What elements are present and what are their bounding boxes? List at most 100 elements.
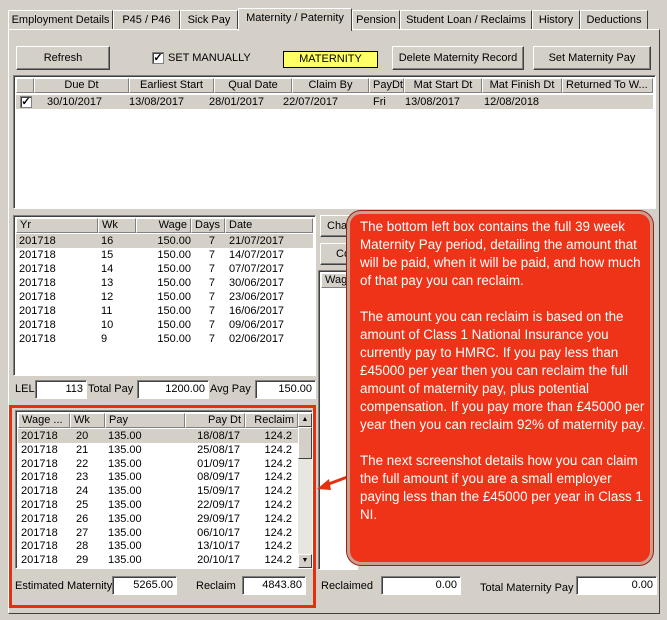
lel-label: LEL (15, 383, 35, 395)
set-manually-label: SET MANUALLY (168, 52, 251, 64)
reclaimed-field[interactable]: 0.00 (381, 576, 461, 595)
refresh-button[interactable]: Refresh (16, 46, 110, 70)
records-col-check[interactable] (16, 78, 34, 93)
callout-paragraph: The amount you can reclaim is based on t… (360, 309, 646, 432)
earnings-row[interactable]: 201718 10 150.00 7 09/06/2017 (16, 318, 313, 332)
earnings-cell-days: 7 (208, 263, 215, 275)
annotation-arrow-icon (317, 474, 351, 490)
total-maternity-pay-field[interactable]: 0.00 (576, 576, 657, 595)
maternity-records-grid[interactable]: Due Dt Earliest Start Qual Date Claim By… (13, 75, 656, 209)
record-mat-finish-dt: 12/08/2018 (484, 96, 540, 108)
highlight-box (9, 405, 316, 608)
total-pay-label: Total Pay (88, 383, 134, 395)
earnings-row[interactable]: 201718 9 150.00 7 02/06/2017 (16, 332, 313, 346)
earnings-cell-wk: 12 (101, 291, 114, 303)
earnings-cell-yr: 201718 (19, 277, 56, 289)
tab-strip: Employment Details P45 / P46 Sick Pay Ma… (8, 8, 660, 31)
earnings-row[interactable]: 201718 14 150.00 7 07/07/2017 (16, 262, 313, 276)
earnings-cell-date: 02/06/2017 (229, 333, 285, 345)
earnings-cell-wage: 150.00 (157, 291, 191, 303)
tab-employment-details[interactable]: Employment Details (8, 10, 113, 30)
earnings-cell-wage: 150.00 (157, 263, 191, 275)
earnings-cell-wk: 9 (101, 333, 108, 345)
callout-paragraph: The bottom left box contains the full 39… (360, 219, 641, 288)
annotation-callout: The bottom left box contains the full 39… (347, 211, 653, 565)
record-qual-date: 28/01/2017 (209, 96, 265, 108)
earnings-cell-days: 7 (208, 249, 215, 261)
records-col-earliest-start[interactable]: Earliest Start (129, 78, 214, 93)
earnings-col-days[interactable]: Days (191, 218, 225, 233)
earnings-cell-yr: 201718 (19, 291, 56, 303)
records-col-returned-to-work[interactable]: Returned To W... (562, 78, 653, 93)
record-mat-start-dt: 13/08/2017 (405, 96, 461, 108)
record-select-checkbox[interactable]: ✓ (20, 96, 32, 108)
records-col-paydt[interactable]: PayDt (369, 78, 404, 93)
earnings-cell-wk: 13 (101, 277, 114, 289)
earnings-cell-yr: 201718 (19, 263, 56, 275)
tab-pension[interactable]: Pension (352, 10, 400, 30)
tab-student-loan-reclaims[interactable]: Student Loan / Reclaims (400, 10, 532, 30)
earnings-cell-wage: 150.00 (157, 319, 191, 331)
callout-text: The bottom left box contains the full 39… (360, 218, 648, 524)
avg-pay-field[interactable]: 150.00 (255, 380, 316, 399)
records-col-due-dt[interactable]: Due Dt (34, 78, 129, 93)
earnings-cell-yr: 201718 (19, 319, 56, 331)
earnings-cell-date: 16/06/2017 (229, 305, 285, 317)
record-due-dt: 30/10/2017 (47, 96, 103, 108)
earnings-row[interactable]: 201718 16 150.00 7 21/07/2017 (16, 234, 313, 248)
earnings-col-wk[interactable]: Wk (98, 218, 136, 233)
earnings-cell-date: 07/07/2017 (229, 263, 285, 275)
avg-pay-label: Avg Pay (210, 383, 251, 395)
lel-field[interactable]: 113 (35, 380, 87, 399)
earnings-cell-wk: 14 (101, 263, 114, 275)
earnings-cell-wage: 150.00 (157, 235, 191, 247)
earnings-row[interactable]: 201718 11 150.00 7 16/06/2017 (16, 304, 313, 318)
earnings-col-yr[interactable]: Yr (16, 218, 98, 233)
tab-maternity-paternity[interactable]: Maternity / Paternity (238, 8, 352, 31)
earnings-row[interactable]: 201718 12 150.00 7 23/06/2017 (16, 290, 313, 304)
earnings-row[interactable]: 201718 15 150.00 7 14/07/2017 (16, 248, 313, 262)
earnings-cell-days: 7 (208, 235, 215, 247)
earnings-cell-yr: 201718 (19, 333, 56, 345)
earnings-cell-wk: 15 (101, 249, 114, 261)
earnings-header: Yr Wk Wage Days Date (16, 218, 313, 233)
earnings-cell-date: 23/06/2017 (229, 291, 285, 303)
total-maternity-pay-label: Total Maternity Pay (480, 582, 574, 594)
earnings-cell-wage: 150.00 (157, 333, 191, 345)
records-col-mat-finish-dt[interactable]: Mat Finish Dt (482, 78, 562, 93)
earnings-cell-wage: 150.00 (157, 249, 191, 261)
earnings-grid[interactable]: Yr Wk Wage Days Date 201718 16 150.00 7 21/0… (13, 215, 316, 376)
earnings-row[interactable]: 201718 13 150.00 7 30/06/2017 (16, 276, 313, 290)
records-header: Due Dt Earliest Start Qual Date Claim By… (16, 78, 653, 93)
records-col-qual-date[interactable]: Qual Date (214, 78, 292, 93)
earnings-cell-yr: 201718 (19, 305, 56, 317)
earnings-col-date[interactable]: Date (225, 218, 313, 233)
reclaimed-label: Reclaimed (321, 580, 373, 592)
records-row[interactable]: ✓ 30/10/2017 13/08/2017 28/01/2017 22/07… (16, 95, 653, 109)
earnings-cell-wage: 150.00 (157, 305, 191, 317)
earnings-cell-wk: 11 (101, 305, 113, 317)
records-col-claim-by[interactable]: Claim By (292, 78, 369, 93)
earnings-cell-yr: 201718 (19, 249, 56, 261)
record-earliest-start: 13/08/2017 (129, 96, 185, 108)
delete-maternity-record-button[interactable]: Delete Maternity Record (392, 46, 524, 70)
set-maternity-pay-button[interactable]: Set Maternity Pay (533, 46, 651, 70)
earnings-col-wage[interactable]: Wage (136, 218, 191, 233)
records-col-mat-start-dt[interactable]: Mat Start Dt (404, 78, 482, 93)
earnings-cell-date: 21/07/2017 (229, 235, 285, 247)
total-pay-field[interactable]: 1200.00 (137, 380, 209, 399)
earnings-cell-days: 7 (208, 277, 215, 289)
set-manually-checkbox[interactable]: ✓ (152, 52, 164, 64)
earnings-cell-date: 09/06/2017 (229, 319, 285, 331)
tab-deductions[interactable]: Deductions (580, 10, 648, 30)
earnings-cell-days: 7 (208, 319, 215, 331)
earnings-cell-wk: 16 (101, 235, 114, 247)
tab-sick-pay[interactable]: Sick Pay (180, 10, 238, 30)
earnings-cell-days: 7 (208, 333, 215, 345)
tab-p45-p46[interactable]: P45 / P46 (113, 10, 180, 30)
maternity-status-badge: MATERNITY (283, 51, 378, 68)
earnings-cell-yr: 201718 (19, 235, 56, 247)
record-claim-by: 22/07/2017 (283, 96, 339, 108)
tab-history[interactable]: History (532, 10, 580, 30)
callout-paragraph: The next screenshot details how you can … (360, 453, 643, 522)
